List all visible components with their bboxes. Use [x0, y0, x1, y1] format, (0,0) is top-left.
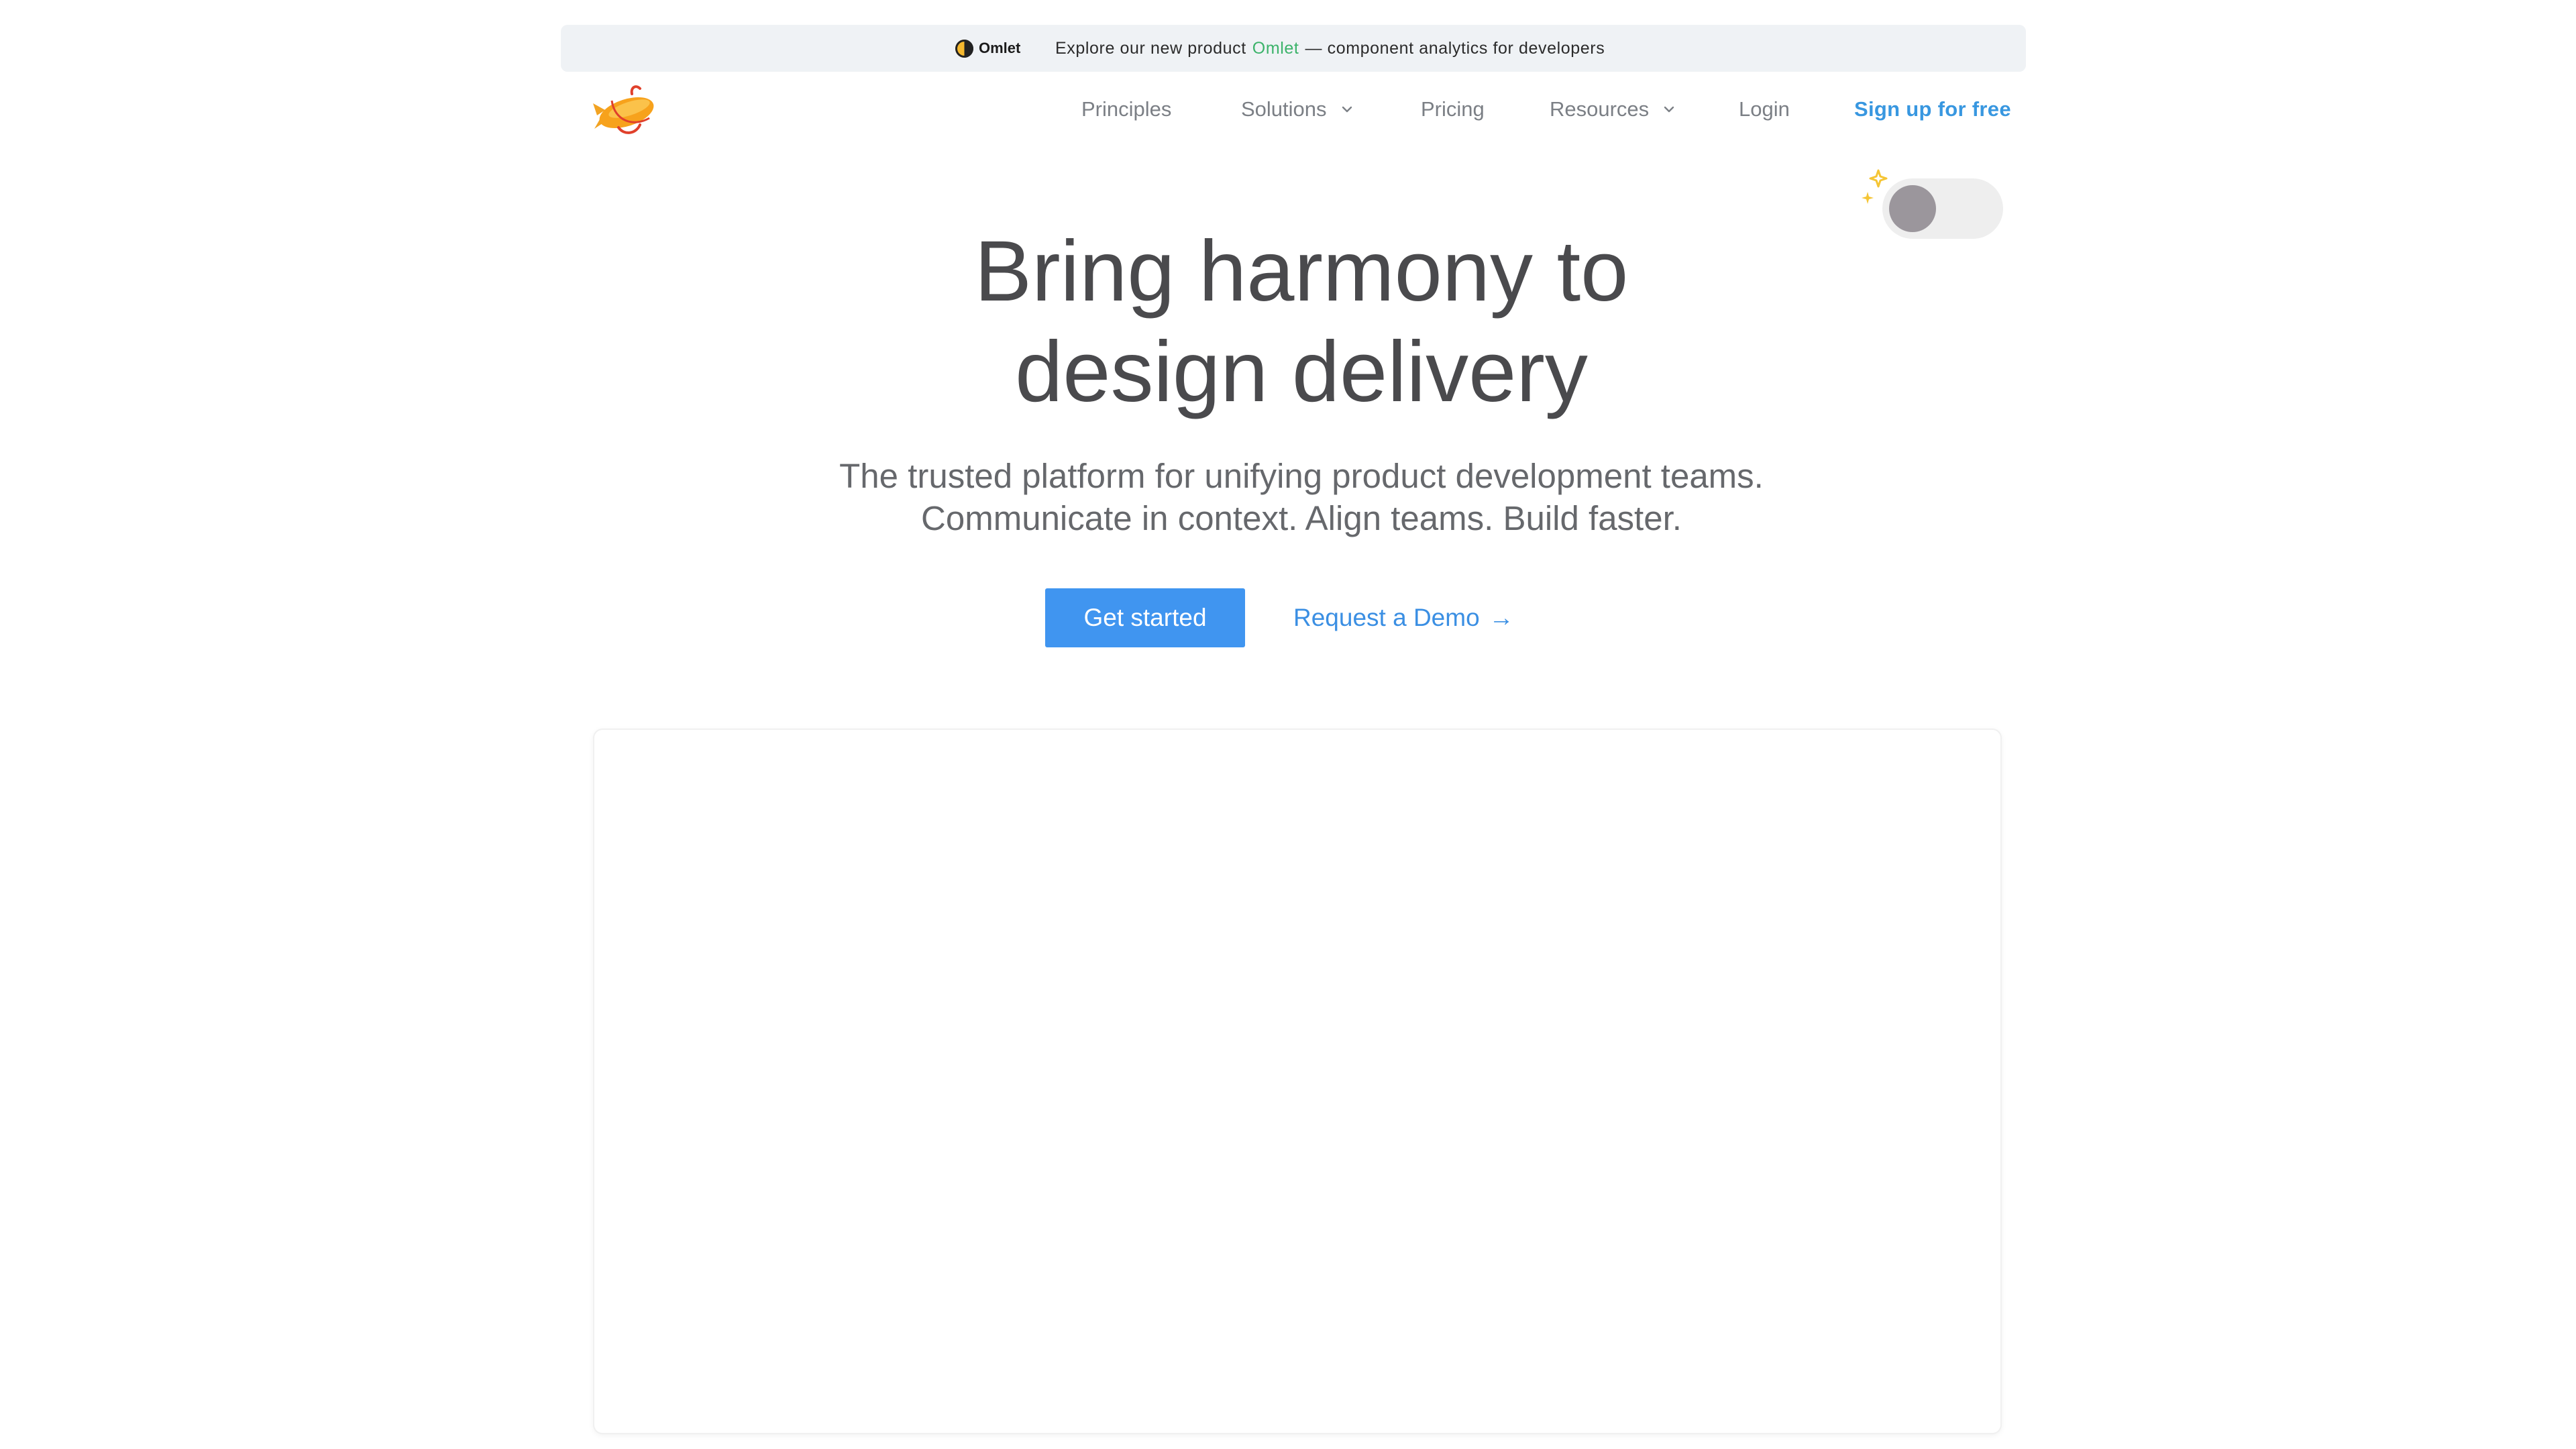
- nav-pricing[interactable]: Pricing: [1421, 94, 1485, 125]
- page: Omlet Explore our new product Omlet — co…: [0, 0, 2576, 1449]
- chevron-down-icon: [1664, 106, 1674, 113]
- nav-solutions-label: Solutions: [1241, 97, 1327, 121]
- nav-resources-label: Resources: [1550, 97, 1650, 121]
- arrow-right-icon: →: [1489, 604, 1514, 631]
- announcement-bar: Omlet Explore our new product Omlet — co…: [561, 25, 2026, 72]
- chevron-down-icon: [1342, 106, 1352, 113]
- omlet-logo-icon: [955, 39, 973, 58]
- zeplin-logo-icon[interactable]: [592, 80, 657, 136]
- omlet-brand-link[interactable]: Omlet: [955, 25, 1020, 72]
- announcement-highlight: Omlet: [1252, 38, 1299, 58]
- hero-title-line-2: design delivery: [1015, 324, 1588, 420]
- hero-title-line-1: Bring harmony to: [974, 223, 1629, 319]
- toggle-knob: [1889, 185, 1936, 232]
- nav-solutions[interactable]: Solutions: [1241, 94, 1354, 125]
- theme-toggle[interactable]: [1882, 178, 2003, 239]
- nav-login[interactable]: Login: [1739, 94, 1790, 125]
- hero-subtitle-line-1: The trusted platform for unifying produc…: [839, 457, 1764, 495]
- request-demo-link[interactable]: Request a Demo →: [1293, 588, 1514, 647]
- hero-subtitle: The trusted platform for unifying produc…: [751, 455, 1851, 539]
- hero-subtitle-line-2: Communicate in context. Align teams. Bui…: [921, 499, 1682, 537]
- get-started-button[interactable]: Get started: [1045, 588, 1245, 647]
- hero-title: Bring harmony to design delivery: [751, 221, 1851, 423]
- nav-resources[interactable]: Resources: [1550, 94, 1676, 125]
- announcement-prefix: Explore our new product: [1055, 38, 1246, 58]
- omlet-brand-label: Omlet: [979, 40, 1021, 56]
- announcement-suffix: — component analytics for developers: [1305, 38, 1605, 58]
- nav-principles[interactable]: Principles: [1081, 94, 1171, 125]
- signup-link[interactable]: Sign up for free: [1854, 94, 2011, 125]
- request-demo-label: Request a Demo: [1293, 604, 1480, 631]
- product-preview-card: [594, 730, 2000, 1433]
- announcement-link[interactable]: Explore our new product Omlet — componen…: [1055, 25, 1605, 72]
